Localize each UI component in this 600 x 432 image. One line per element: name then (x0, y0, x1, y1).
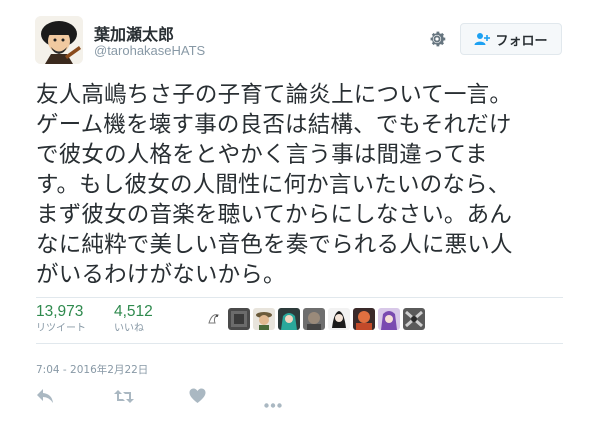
author-avatar-image (35, 16, 83, 64)
reply-icon[interactable] (36, 388, 54, 408)
liker-avatar[interactable] (328, 308, 350, 330)
retweet-count: 13,973 (36, 303, 84, 320)
liker-avatar[interactable] (353, 308, 375, 330)
tweet-text-line: で彼女の人格をとやかく言う事は間違ってま (36, 142, 488, 168)
liker-avatar[interactable] (303, 308, 325, 330)
stats-top-divider (36, 297, 563, 298)
liker-avatar[interactable] (403, 308, 425, 330)
tweet-text-line: 友人高嶋ちさ子の子育て論炎上について一言。 (36, 82, 513, 108)
like-label: いいね (114, 323, 144, 334)
follow-button[interactable]: フォロー (460, 23, 562, 55)
liker-avatar[interactable] (378, 308, 400, 330)
tweet-card: 葉加瀬太郎 @tarohakaseHATS フォロー 友人高嶋ちさ子の子育て論炎… (0, 0, 600, 432)
tweet-text-line: まず彼女の音楽を聴いてからにしなさい。あん (36, 202, 513, 228)
author-screen-name[interactable]: @tarohakaseHATS (94, 43, 205, 58)
liker-avatar[interactable] (203, 308, 225, 330)
liker-avatar[interactable] (228, 308, 250, 330)
liker-avatar[interactable] (253, 308, 275, 330)
more-icon[interactable] (264, 393, 282, 412)
heart-icon[interactable] (189, 388, 206, 408)
liker-avatar[interactable] (278, 308, 300, 330)
retweet-stat[interactable]: 13,973 リツイート (36, 303, 86, 335)
tweet-text: 友人高嶋ちさ子の子育て論炎上について一言。 ゲーム機を壊す事の良否は結構、でもそ… (36, 80, 566, 290)
tweet-text-line: す。もし彼女の人間性に何か言いたいのなら、 (36, 172, 511, 198)
tweet-text-line: なに純粋で美しい音色を奏でられる人に悪い人 (36, 232, 513, 258)
retweet-icon[interactable] (113, 389, 135, 408)
author-avatar[interactable] (35, 16, 83, 64)
tweet-text-line: ゲーム機を壊す事の良否は結構、でもそれだけ (36, 112, 512, 138)
add-user-icon (474, 33, 491, 45)
liker-avatars (203, 308, 425, 330)
follow-button-label: フォロー (495, 33, 548, 49)
gear-icon[interactable] (426, 28, 448, 50)
stats-bottom-divider (36, 343, 563, 344)
tweet-text-line: がいるわけがないから。 (36, 262, 286, 288)
like-count: 4,512 (114, 303, 153, 320)
like-stat[interactable]: 4,512 いいね (114, 303, 153, 335)
author-display-name[interactable]: 葉加瀬太郎 (94, 21, 174, 45)
retweet-label: リツイート (36, 323, 86, 334)
tweet-timestamp[interactable]: 7:04 - 2016年2月22日 (36, 362, 148, 377)
